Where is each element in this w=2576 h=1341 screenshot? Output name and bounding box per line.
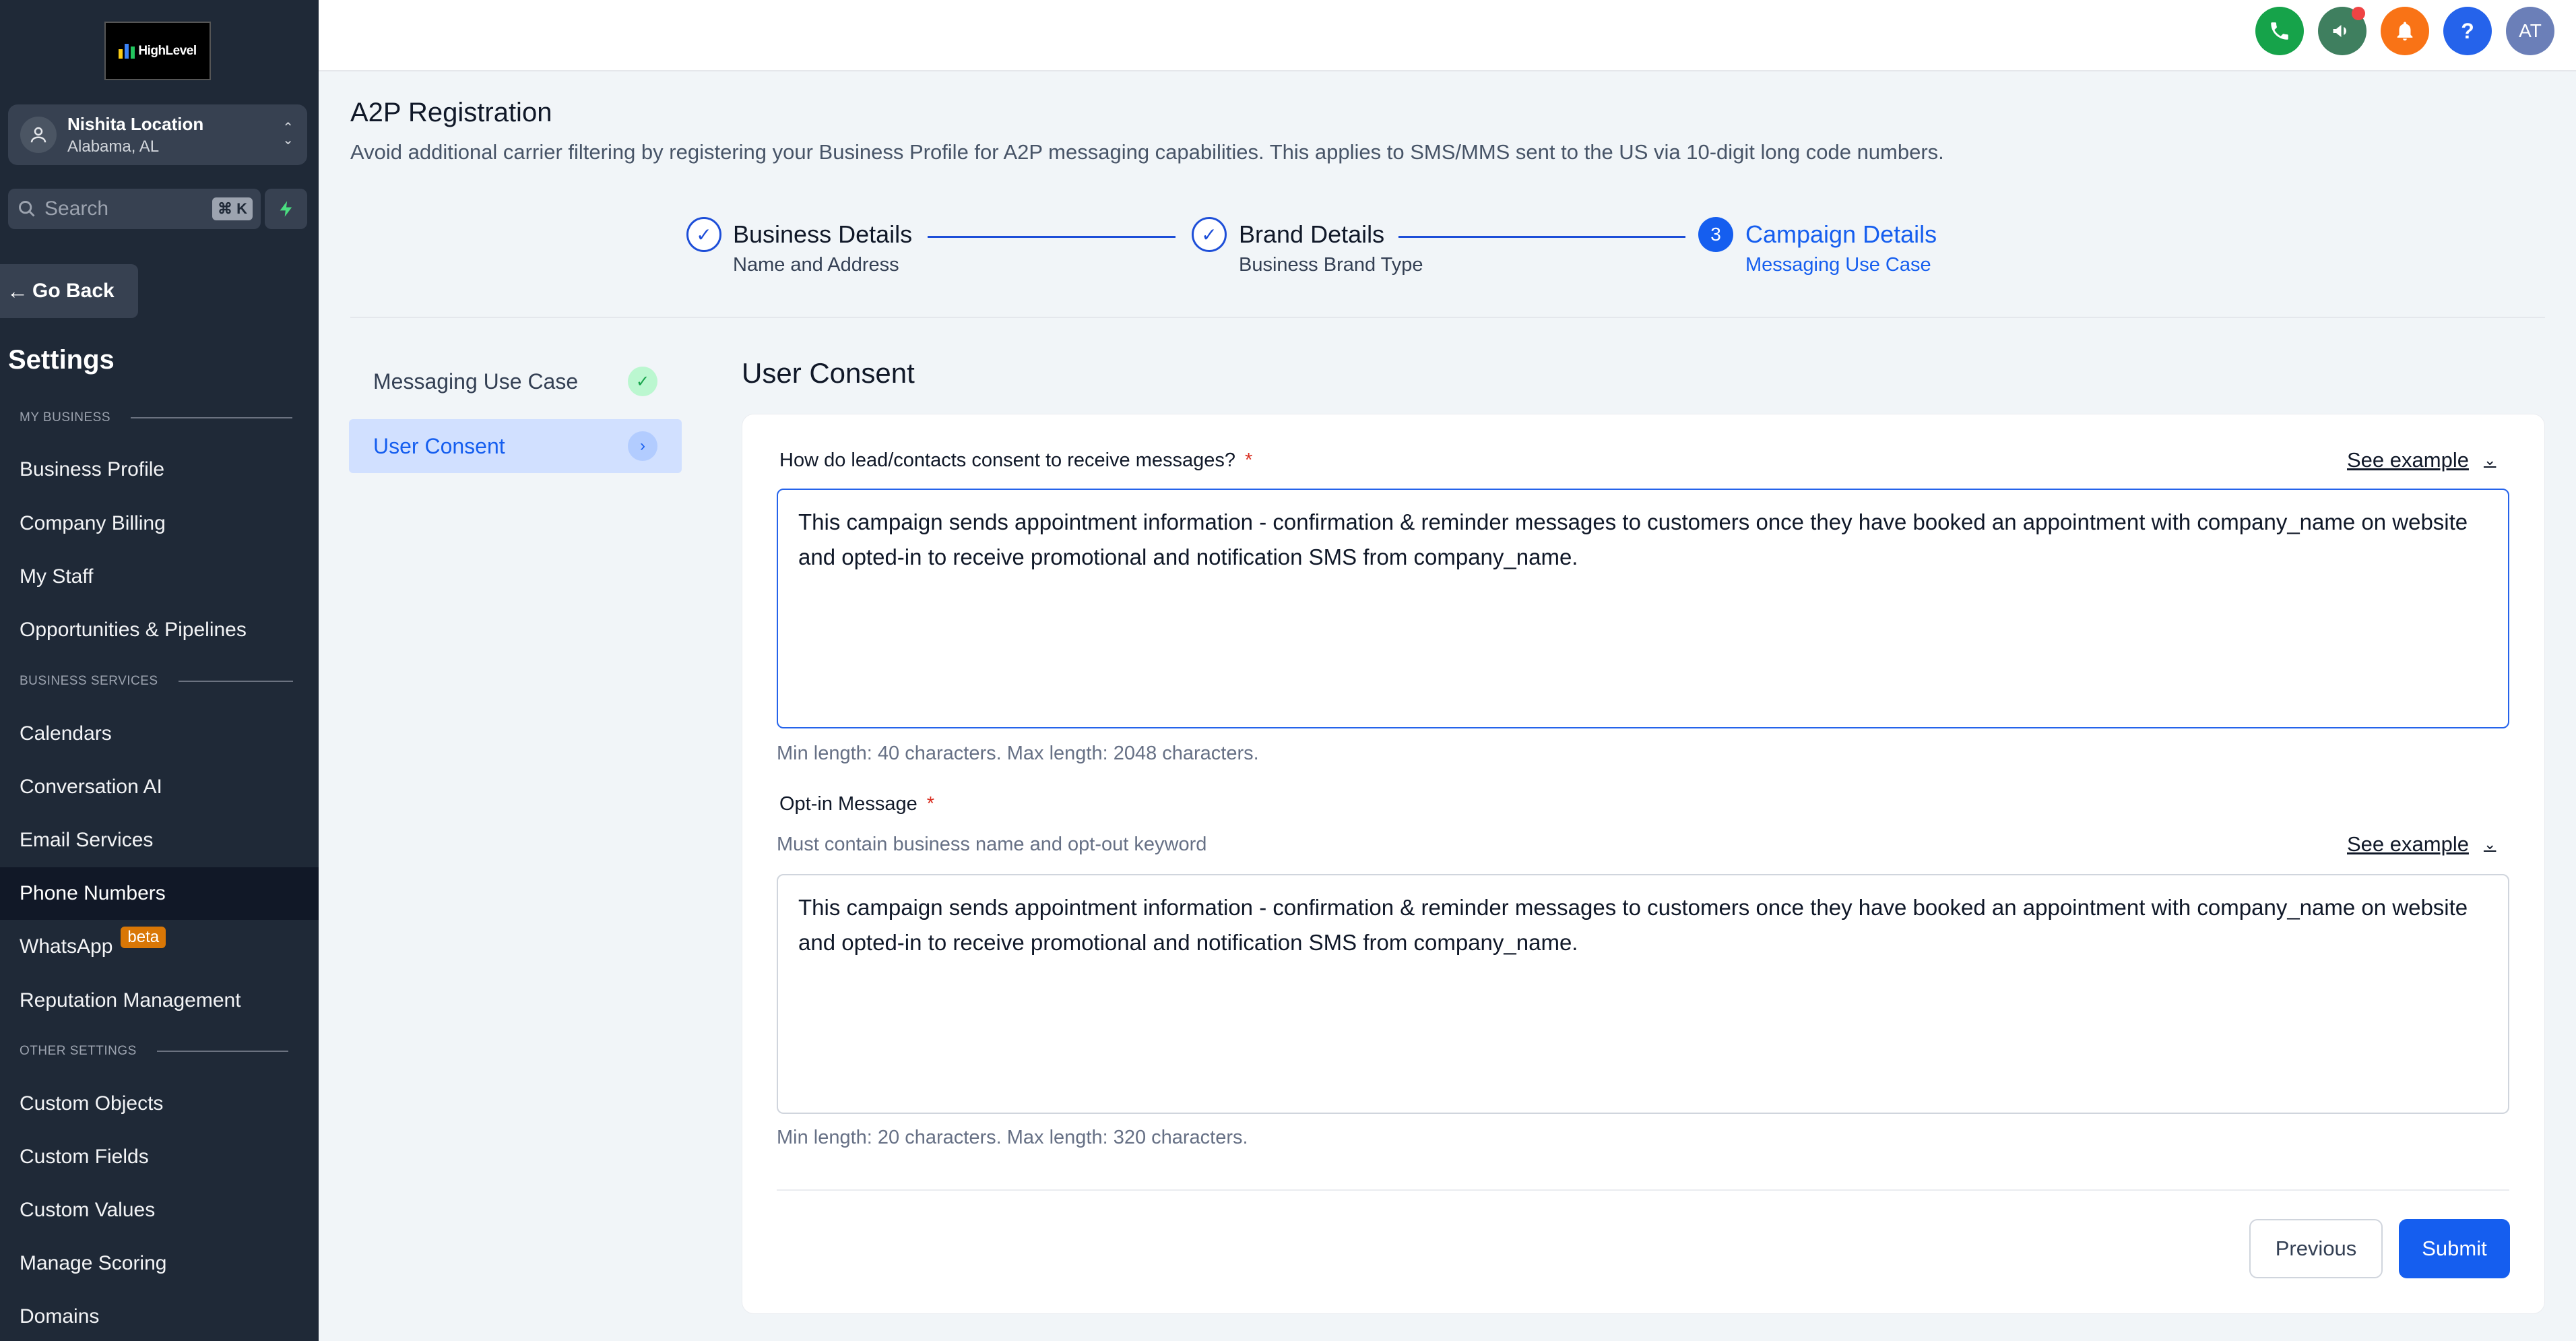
- divider: [777, 1189, 2509, 1191]
- consent-label: How do lead/contacts consent to receive …: [779, 449, 1253, 471]
- sidebar-item-custom-values[interactable]: Custom Values: [0, 1184, 319, 1237]
- optin-help: Must contain business name and opt-out k…: [777, 834, 1207, 855]
- sidebar-item-company-billing[interactable]: Company Billing: [0, 497, 319, 550]
- user-consent-card: How do lead/contacts consent to receive …: [742, 414, 2545, 1314]
- submit-button[interactable]: Submit: [2399, 1219, 2510, 1278]
- quick-action-button[interactable]: [265, 189, 307, 229]
- subnav-label: Messaging Use Case: [373, 369, 579, 394]
- beta-badge: beta: [121, 927, 166, 948]
- sidebar-item-custom-fields[interactable]: Custom Fields: [0, 1131, 319, 1183]
- sidebar-item-custom-objects[interactable]: Custom Objects: [0, 1078, 319, 1130]
- help-icon[interactable]: ?: [2443, 7, 2492, 55]
- chevron-right-icon: ›: [628, 431, 657, 461]
- sidebar-item-calendars[interactable]: Calendars: [0, 708, 319, 760]
- step-title-brand-details[interactable]: Brand Details: [1239, 220, 1384, 249]
- optin-label: Opt-in Message *: [779, 793, 934, 815]
- see-example-consent-link[interactable]: See example ⌄: [2347, 448, 2496, 472]
- go-back-label: Go Back: [32, 280, 115, 302]
- section-title: User Consent: [742, 357, 915, 389]
- search-placeholder: Search: [44, 197, 109, 220]
- previous-button[interactable]: Previous: [2249, 1219, 2383, 1278]
- step-number: 3: [1698, 217, 1733, 252]
- consent-textarea[interactable]: This campaign sends appointment informat…: [777, 489, 2509, 728]
- search-shortcut: ⌘ K: [212, 197, 253, 220]
- sidebar-item-conversation-ai[interactable]: Conversation AI: [0, 761, 319, 813]
- sidebar-item-phone-numbers[interactable]: Phone Numbers: [0, 867, 319, 920]
- check-icon: ✓: [686, 217, 721, 252]
- location-name: Nishita Location: [67, 113, 204, 134]
- sidebar-item-my-staff[interactable]: My Staff: [0, 551, 319, 603]
- step-title-business-details[interactable]: Business Details: [733, 220, 912, 249]
- check-icon: ✓: [1192, 217, 1227, 252]
- check-circle-icon: ✓: [628, 367, 657, 396]
- sidebar-item-reputation-management[interactable]: Reputation Management: [0, 974, 319, 1027]
- section-label-business-services: BUSINESS SERVICES: [20, 674, 293, 689]
- location-state: Alabama, AL: [67, 137, 160, 156]
- search-icon: [19, 201, 35, 217]
- sidebar-item-business-profile[interactable]: Business Profile: [0, 443, 319, 496]
- notification-dot: [2352, 7, 2365, 20]
- sidebar-item-domains[interactable]: Domains: [0, 1290, 319, 1341]
- subnav-user-consent[interactable]: User Consent ›: [349, 419, 682, 473]
- sidebar-item-email-services[interactable]: Email Services: [0, 814, 319, 867]
- sidebar-item-opportunities-pipelines[interactable]: Opportunities & Pipelines: [0, 604, 319, 656]
- section-label-other-settings: OTHER SETTINGS: [20, 1044, 288, 1059]
- step-sub-brand-details: Business Brand Type: [1239, 254, 1423, 276]
- go-back-button[interactable]: ← Go Back: [0, 264, 138, 318]
- subnav-messaging-use-case[interactable]: Messaging Use Case ✓: [349, 354, 682, 408]
- divider: [350, 317, 2545, 318]
- page-description: Avoid additional carrier filtering by re…: [350, 140, 1944, 164]
- optin-hint: Min length: 20 characters. Max length: 3…: [777, 1127, 1248, 1148]
- phone-icon[interactable]: [2255, 7, 2304, 55]
- arrow-left-icon: ←: [7, 278, 28, 303]
- see-example-optin-link[interactable]: See example ⌄: [2347, 832, 2496, 856]
- sidebar: HighLevel Nishita Location Alabama, AL ⌃…: [0, 0, 319, 1341]
- sidebar-item-whatsapp[interactable]: WhatsApp beta: [0, 921, 319, 973]
- search-input[interactable]: Search ⌘ K: [8, 189, 261, 229]
- step-title-campaign-details[interactable]: Campaign Details: [1745, 220, 1937, 249]
- logo-text: HighLevel: [138, 43, 197, 58]
- optin-textarea[interactable]: This campaign sends appointment informat…: [777, 874, 2509, 1114]
- consent-hint: Min length: 40 characters. Max length: 2…: [777, 743, 1259, 764]
- step-sub-campaign-details: Messaging Use Case: [1745, 254, 1931, 276]
- subnav-label: User Consent: [373, 433, 505, 458]
- chevron-updown-icon: ⌃ ⌄: [282, 121, 294, 148]
- chevron-down-icon: ⌄: [2483, 451, 2497, 468]
- sidebar-item-manage-scoring[interactable]: Manage Scoring: [0, 1237, 319, 1290]
- chevron-down-icon: ⌄: [2483, 836, 2497, 852]
- step-connector: [1398, 236, 1685, 238]
- page-title: A2P Registration: [350, 98, 552, 127]
- logo-bars-icon: [119, 43, 135, 59]
- location-switcher[interactable]: Nishita Location Alabama, AL ⌃ ⌄: [8, 104, 307, 165]
- step-connector: [928, 236, 1176, 238]
- lightning-icon: [280, 201, 292, 217]
- bell-icon[interactable]: [2381, 7, 2429, 55]
- avatar[interactable]: AT: [2506, 7, 2554, 55]
- step-sub-business-details: Name and Address: [733, 254, 899, 276]
- settings-title: Settings: [8, 345, 115, 375]
- megaphone-icon[interactable]: [2318, 7, 2366, 55]
- sidebar-item-label: WhatsApp: [20, 935, 113, 958]
- location-icon: [20, 117, 57, 153]
- top-bar: ? AT: [319, 0, 2576, 71]
- highlevel-logo[interactable]: HighLevel: [104, 22, 211, 80]
- section-label-my-business: MY BUSINESS: [20, 410, 293, 425]
